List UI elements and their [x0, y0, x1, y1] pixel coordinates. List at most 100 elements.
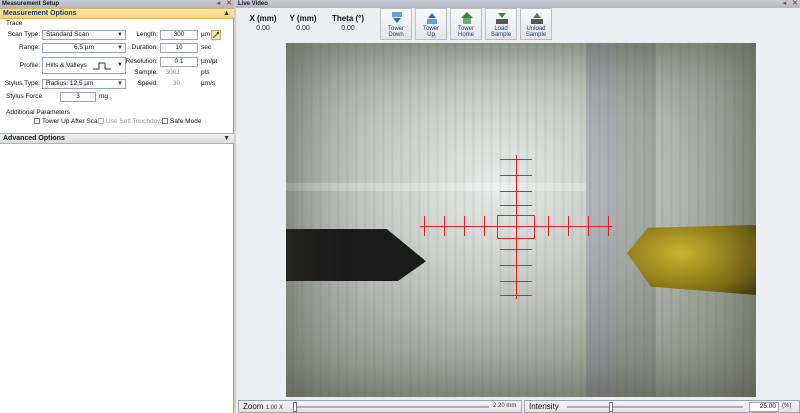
- zoom-max-label: 2.20 mm: [493, 403, 517, 409]
- use-soft-touchdown-label: Use Soft Touchdown: [106, 118, 166, 125]
- tower-home-label2: Home: [457, 32, 474, 38]
- x-label: X (mm): [249, 14, 277, 23]
- expand-down-icon: ▼: [223, 135, 230, 142]
- collapse-up-icon: ▲: [223, 10, 230, 17]
- duration-unit: sec: [201, 44, 212, 51]
- tower-down-button[interactable]: Tower Down: [380, 8, 412, 40]
- safe-mode-checkbox[interactable]: Safe Mode: [162, 118, 201, 126]
- edit-length-icon[interactable]: [211, 30, 221, 40]
- tower-down-icon: [392, 12, 402, 23]
- live-video-titlebar: Live Video ◂ ✕: [236, 0, 800, 8]
- hills-valleys-icon: [93, 62, 111, 70]
- unload-sample-label2: Sample: [525, 32, 547, 38]
- sample-label: Sample:: [134, 69, 158, 76]
- dropdown-arrow-icon: ▼: [117, 32, 123, 38]
- tower-up-after-scan-checkbox[interactable]: Tower Up After Scan: [34, 118, 101, 126]
- trace-group-label: Trace: [6, 20, 23, 27]
- sample-unit: pts: [201, 69, 210, 76]
- speed-value: 30: [172, 80, 180, 87]
- length-unit: µm: [201, 31, 211, 38]
- theta-readout: Theta (°) 0.00: [328, 14, 368, 32]
- stylus-force-input[interactable]: 3: [60, 92, 96, 102]
- resolution-input[interactable]: 0.1: [160, 57, 198, 67]
- tower-down-label2: Down: [388, 32, 404, 38]
- speed-label: Speed:: [137, 80, 158, 87]
- y-readout: Y (mm) 0.00: [286, 14, 320, 32]
- intensity-slider-track[interactable]: [567, 406, 743, 408]
- zoom-slider-thumb[interactable]: [293, 402, 297, 412]
- intensity-slider-thumb[interactable]: [609, 402, 613, 412]
- length-input[interactable]: 300: [160, 30, 198, 40]
- live-video-panel: Live Video ◂ ✕ X (mm) 0.00 Y (mm) 0.00 T…: [236, 0, 800, 413]
- panel-title: Measurement Setup: [2, 1, 60, 7]
- theta-value: 0.00: [341, 25, 355, 32]
- scan-type-label: Scan Type:: [7, 31, 40, 38]
- scan-type-value: Standard Scan: [46, 31, 90, 38]
- profile-select[interactable]: Hills & Valleys ▼: [42, 57, 126, 74]
- dropdown-arrow-icon: ▼: [117, 81, 123, 87]
- load-sample-label2: Sample: [490, 32, 512, 38]
- x-value: 0.00: [256, 25, 270, 32]
- stylus-force-unit: mg: [99, 93, 109, 100]
- zoom-slider-track[interactable]: [293, 406, 489, 408]
- zoom-control: Zoom 1.00 X 2.20 mm: [238, 400, 522, 413]
- load-sample-button[interactable]: Load Sample: [485, 8, 517, 40]
- additional-parameters-label: Additional Parameters: [6, 109, 70, 116]
- checkbox-box: [98, 118, 104, 124]
- checkbox-box: [34, 118, 40, 124]
- tower-up-after-scan-label: Tower Up After Scan: [42, 118, 102, 125]
- advanced-options-header[interactable]: Advanced Options ▼: [0, 133, 234, 144]
- dropdown-arrow-icon: ▼: [117, 45, 123, 51]
- checkbox-box: [162, 118, 168, 124]
- speed-unit: µm/s: [201, 80, 216, 87]
- safe-mode-label: Safe Mode: [170, 118, 202, 125]
- tower-home-icon: [461, 12, 473, 24]
- stylus-type-value: Radius: 12.5 µm: [46, 80, 94, 87]
- zoom-min-label: 1.00 X: [265, 405, 284, 411]
- use-soft-touchdown-checkbox[interactable]: Use Soft Touchdown: [98, 118, 166, 126]
- close-icon[interactable]: ✕: [792, 0, 798, 7]
- profile-label: Profile:: [19, 62, 40, 69]
- close-icon[interactable]: ✕: [226, 0, 232, 7]
- theta-label: Theta (°): [331, 14, 365, 23]
- profile-value: Hills & Valleys: [46, 62, 87, 69]
- live-video-title: Live Video: [238, 1, 268, 7]
- pin-icon[interactable]: ◂: [783, 0, 787, 7]
- resolution-unit: µm/pt: [201, 58, 218, 65]
- tower-home-button[interactable]: Tower Home: [450, 8, 482, 40]
- intensity-unit: (%): [782, 403, 792, 409]
- scan-type-select[interactable]: Standard Scan ▼: [42, 30, 126, 40]
- measurement-setup-panel: Measurement Setup ◂ ✕ Measurement Option…: [0, 0, 234, 413]
- tower-up-icon: [427, 13, 437, 24]
- range-value: 6.5 µm: [73, 44, 94, 51]
- y-value: 0.00: [296, 25, 310, 32]
- load-sample-icon: [496, 13, 508, 24]
- live-video-feed[interactable]: [286, 43, 756, 397]
- measurement-options-label: Measurement Options: [3, 10, 77, 17]
- sample-value: 3001: [165, 69, 180, 76]
- tower-up-label2: Up: [427, 32, 435, 38]
- length-label: Length:: [136, 31, 158, 38]
- intensity-value-input[interactable]: 25.00: [749, 402, 779, 412]
- unload-sample-button[interactable]: Unload Sample: [520, 8, 552, 40]
- range-label: Range:: [19, 44, 40, 51]
- unload-sample-icon: [531, 13, 543, 24]
- range-select[interactable]: 6.5 µm ▼: [42, 43, 126, 53]
- video-vignette: [286, 43, 756, 397]
- measurement-options-header[interactable]: Measurement Options ▲: [0, 8, 234, 19]
- intensity-control: Intensity 25.00 (%): [524, 400, 800, 413]
- tower-up-button[interactable]: Tower Up: [415, 8, 447, 40]
- stylus-type-select[interactable]: Radius: 12.5 µm ▼: [42, 79, 126, 89]
- zoom-label: Zoom: [243, 402, 264, 411]
- advanced-options-label: Advanced Options: [3, 135, 65, 142]
- duration-input[interactable]: 10: [160, 43, 198, 53]
- intensity-label: Intensity: [529, 402, 559, 411]
- resolution-label: Resolution:: [125, 58, 158, 65]
- duration-label: Duration:: [131, 44, 158, 51]
- stylus-type-label: Stylus Type:: [4, 80, 40, 87]
- panel-titlebar: Measurement Setup ◂ ✕: [0, 0, 234, 8]
- stylus-force-label: Stylus Force:: [6, 93, 44, 100]
- x-readout: X (mm) 0.00: [246, 14, 280, 32]
- y-label: Y (mm): [289, 14, 317, 23]
- pin-icon[interactable]: ◂: [217, 0, 221, 7]
